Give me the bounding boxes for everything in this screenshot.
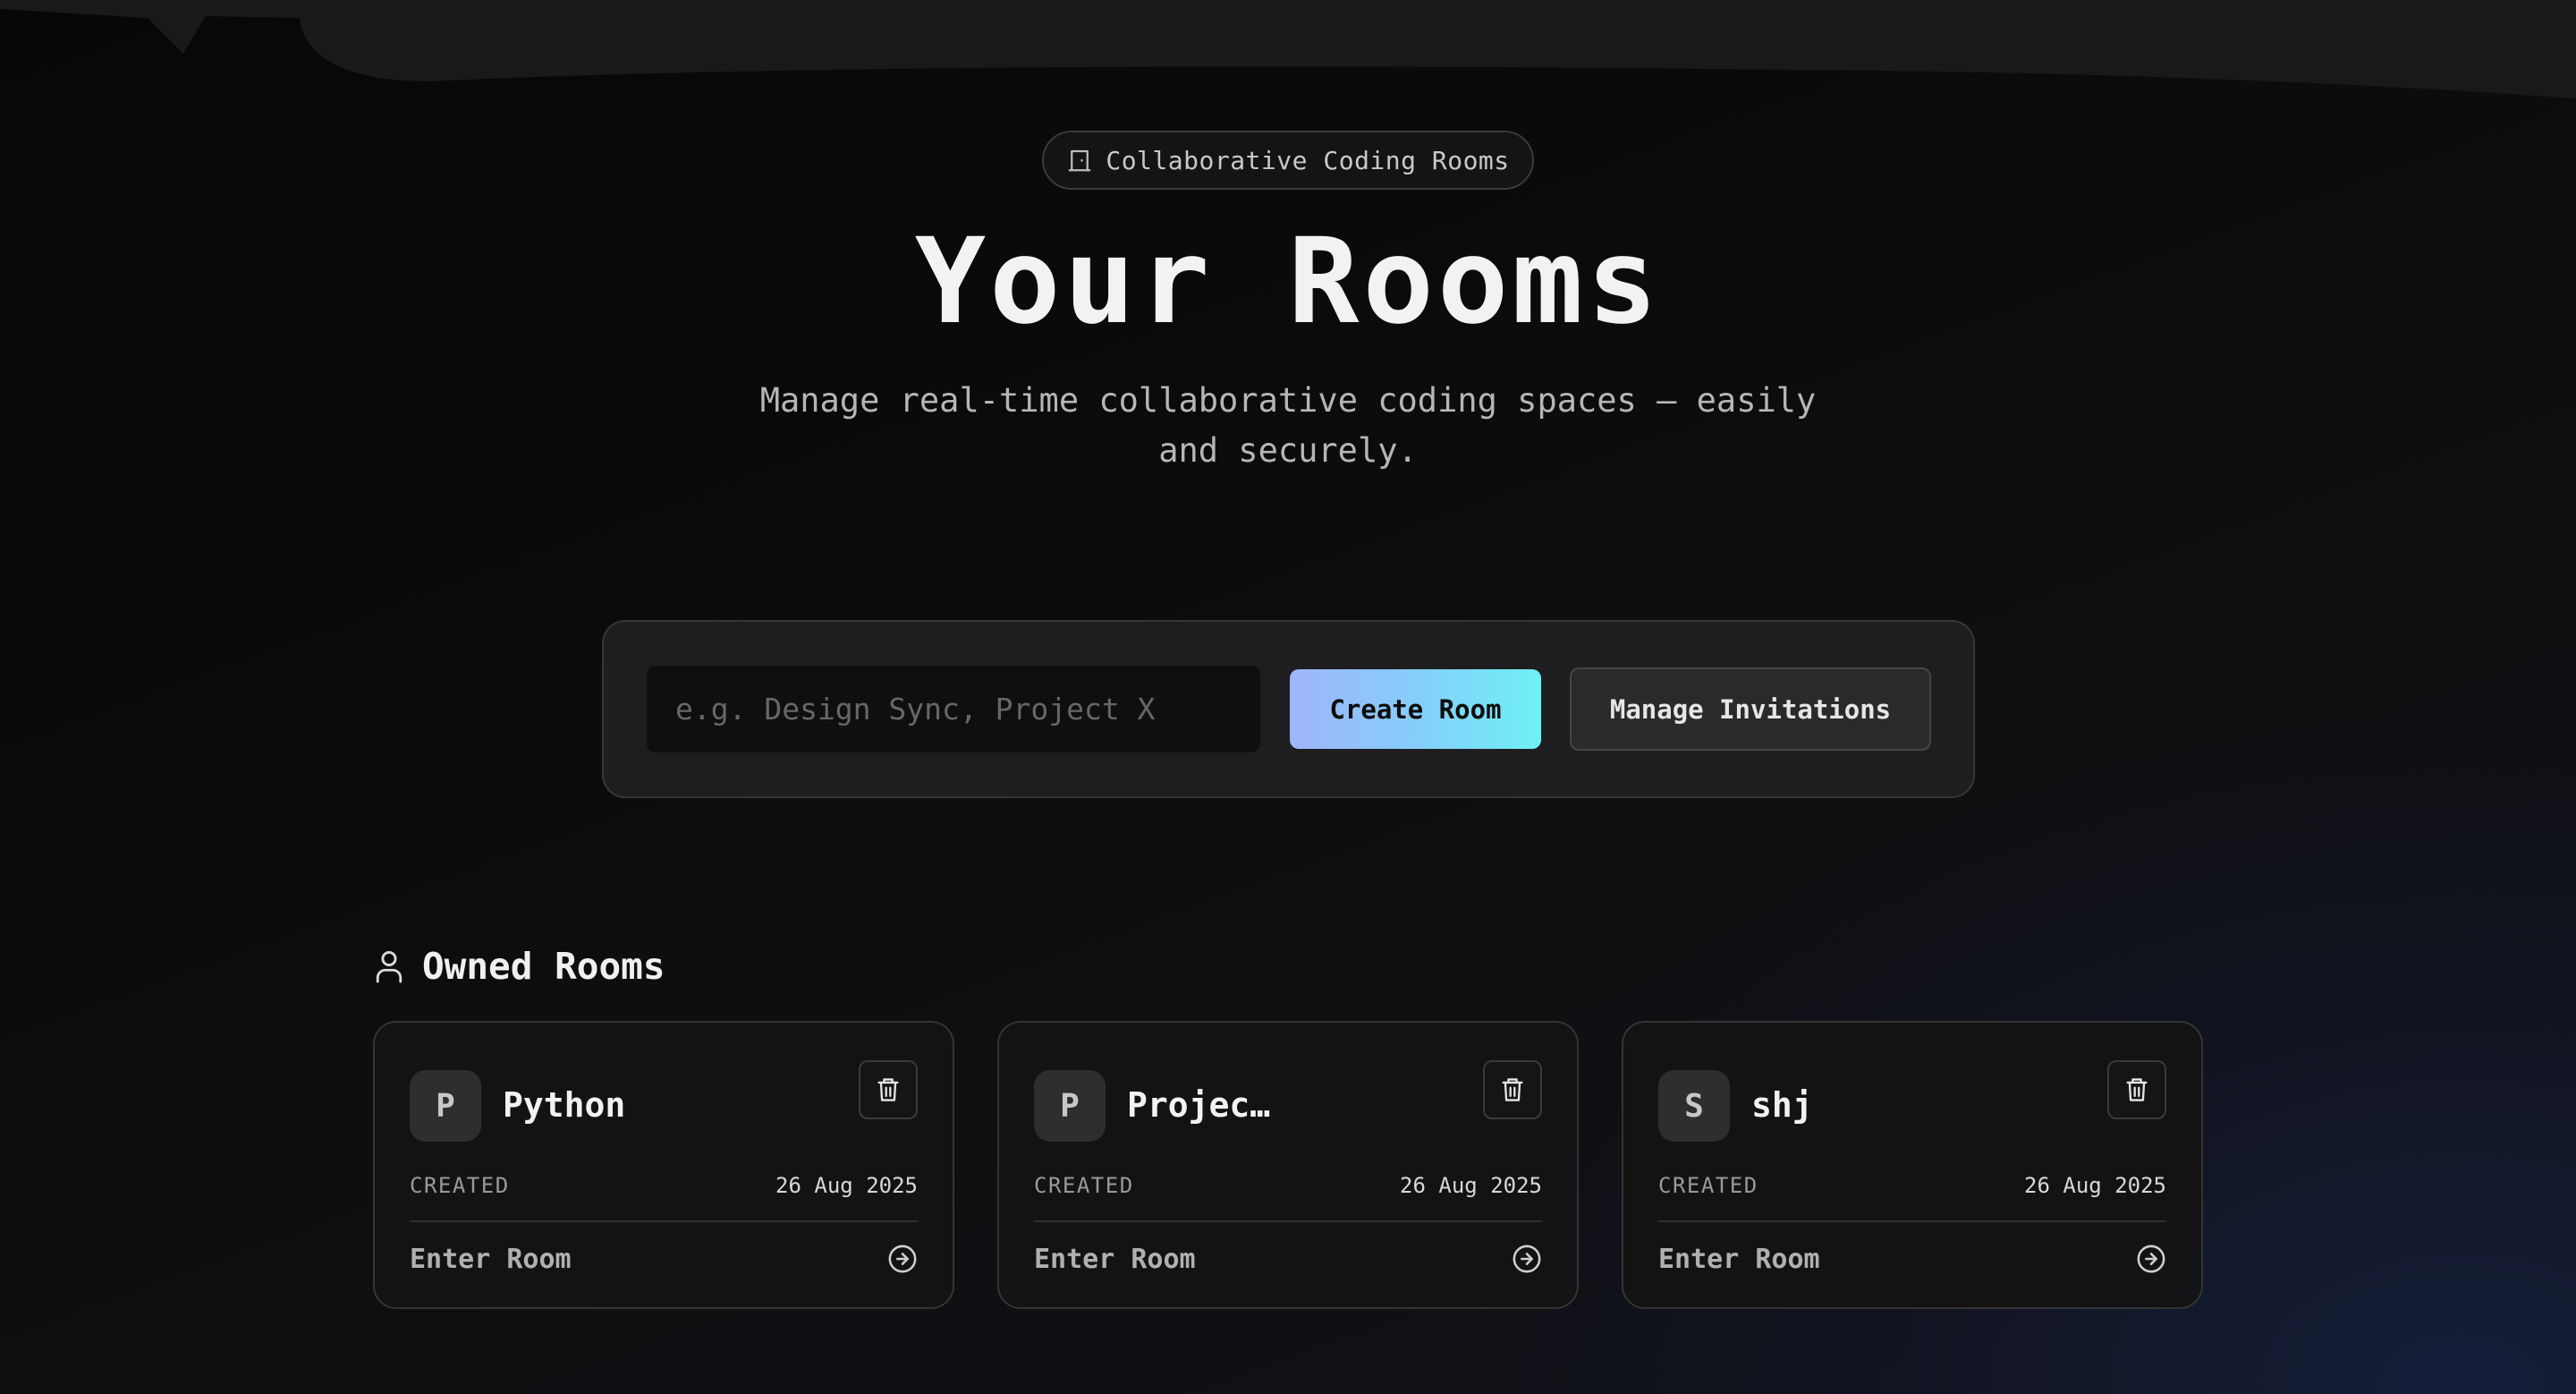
created-label: CREATED [1658, 1173, 1758, 1198]
arrow-right-circle-icon [1513, 1245, 1541, 1273]
room-card: S shj CREATED 26 Aug 2025 Enter Room [1622, 1021, 2203, 1309]
card-divider [1034, 1220, 1542, 1222]
manage-invitations-button[interactable]: Manage Invitations [1570, 667, 1931, 751]
room-avatar: P [410, 1070, 481, 1142]
room-card: P Projec… CREATED 26 Aug 2025 Enter Room [997, 1021, 1579, 1309]
room-avatar: S [1658, 1070, 1730, 1142]
owned-rooms-heading: Owned Rooms [422, 945, 665, 988]
trash-icon [1502, 1078, 1523, 1101]
hero-badge: Collaborative Coding Rooms [1042, 131, 1534, 190]
user-icon [376, 951, 402, 983]
created-date: 26 Aug 2025 [1400, 1173, 1542, 1198]
card-divider [410, 1220, 918, 1222]
page-title: Your Rooms [914, 213, 1662, 351]
door-icon [1068, 149, 1091, 172]
enter-room-label: Enter Room [1658, 1243, 1820, 1275]
trash-icon [877, 1078, 899, 1101]
created-date: 26 Aug 2025 [775, 1173, 918, 1198]
page-subtitle: Manage real-time collaborative coding sp… [759, 381, 1817, 470]
arrow-right-circle-icon [888, 1245, 917, 1273]
background-top-shape [0, 0, 2576, 98]
delete-room-button[interactable] [1483, 1060, 1542, 1119]
delete-room-button[interactable] [859, 1060, 918, 1119]
room-name-input[interactable] [647, 666, 1260, 752]
created-label: CREATED [1034, 1173, 1134, 1198]
trash-icon [2126, 1078, 2148, 1101]
card-divider [1658, 1220, 2166, 1222]
enter-room-link[interactable]: Enter Room [1658, 1234, 2166, 1284]
room-avatar: P [1034, 1070, 1106, 1142]
room-name: Python [503, 1085, 626, 1125]
room-name: Projec… [1127, 1085, 1271, 1125]
created-label: CREATED [410, 1173, 510, 1198]
room-card: P Python CREATED 26 Aug 2025 Enter Room [373, 1021, 954, 1309]
enter-room-link[interactable]: Enter Room [1034, 1234, 1542, 1284]
created-date: 26 Aug 2025 [2024, 1173, 2166, 1198]
enter-room-label: Enter Room [410, 1243, 572, 1275]
hero-badge-text: Collaborative Coding Rooms [1106, 145, 1510, 175]
delete-room-button[interactable] [2107, 1060, 2166, 1119]
enter-room-label: Enter Room [1034, 1243, 1196, 1275]
create-room-button[interactable]: Create Room [1290, 669, 1541, 749]
arrow-right-circle-icon [2137, 1245, 2165, 1273]
room-name: shj [1751, 1085, 1813, 1125]
enter-room-link[interactable]: Enter Room [410, 1234, 918, 1284]
